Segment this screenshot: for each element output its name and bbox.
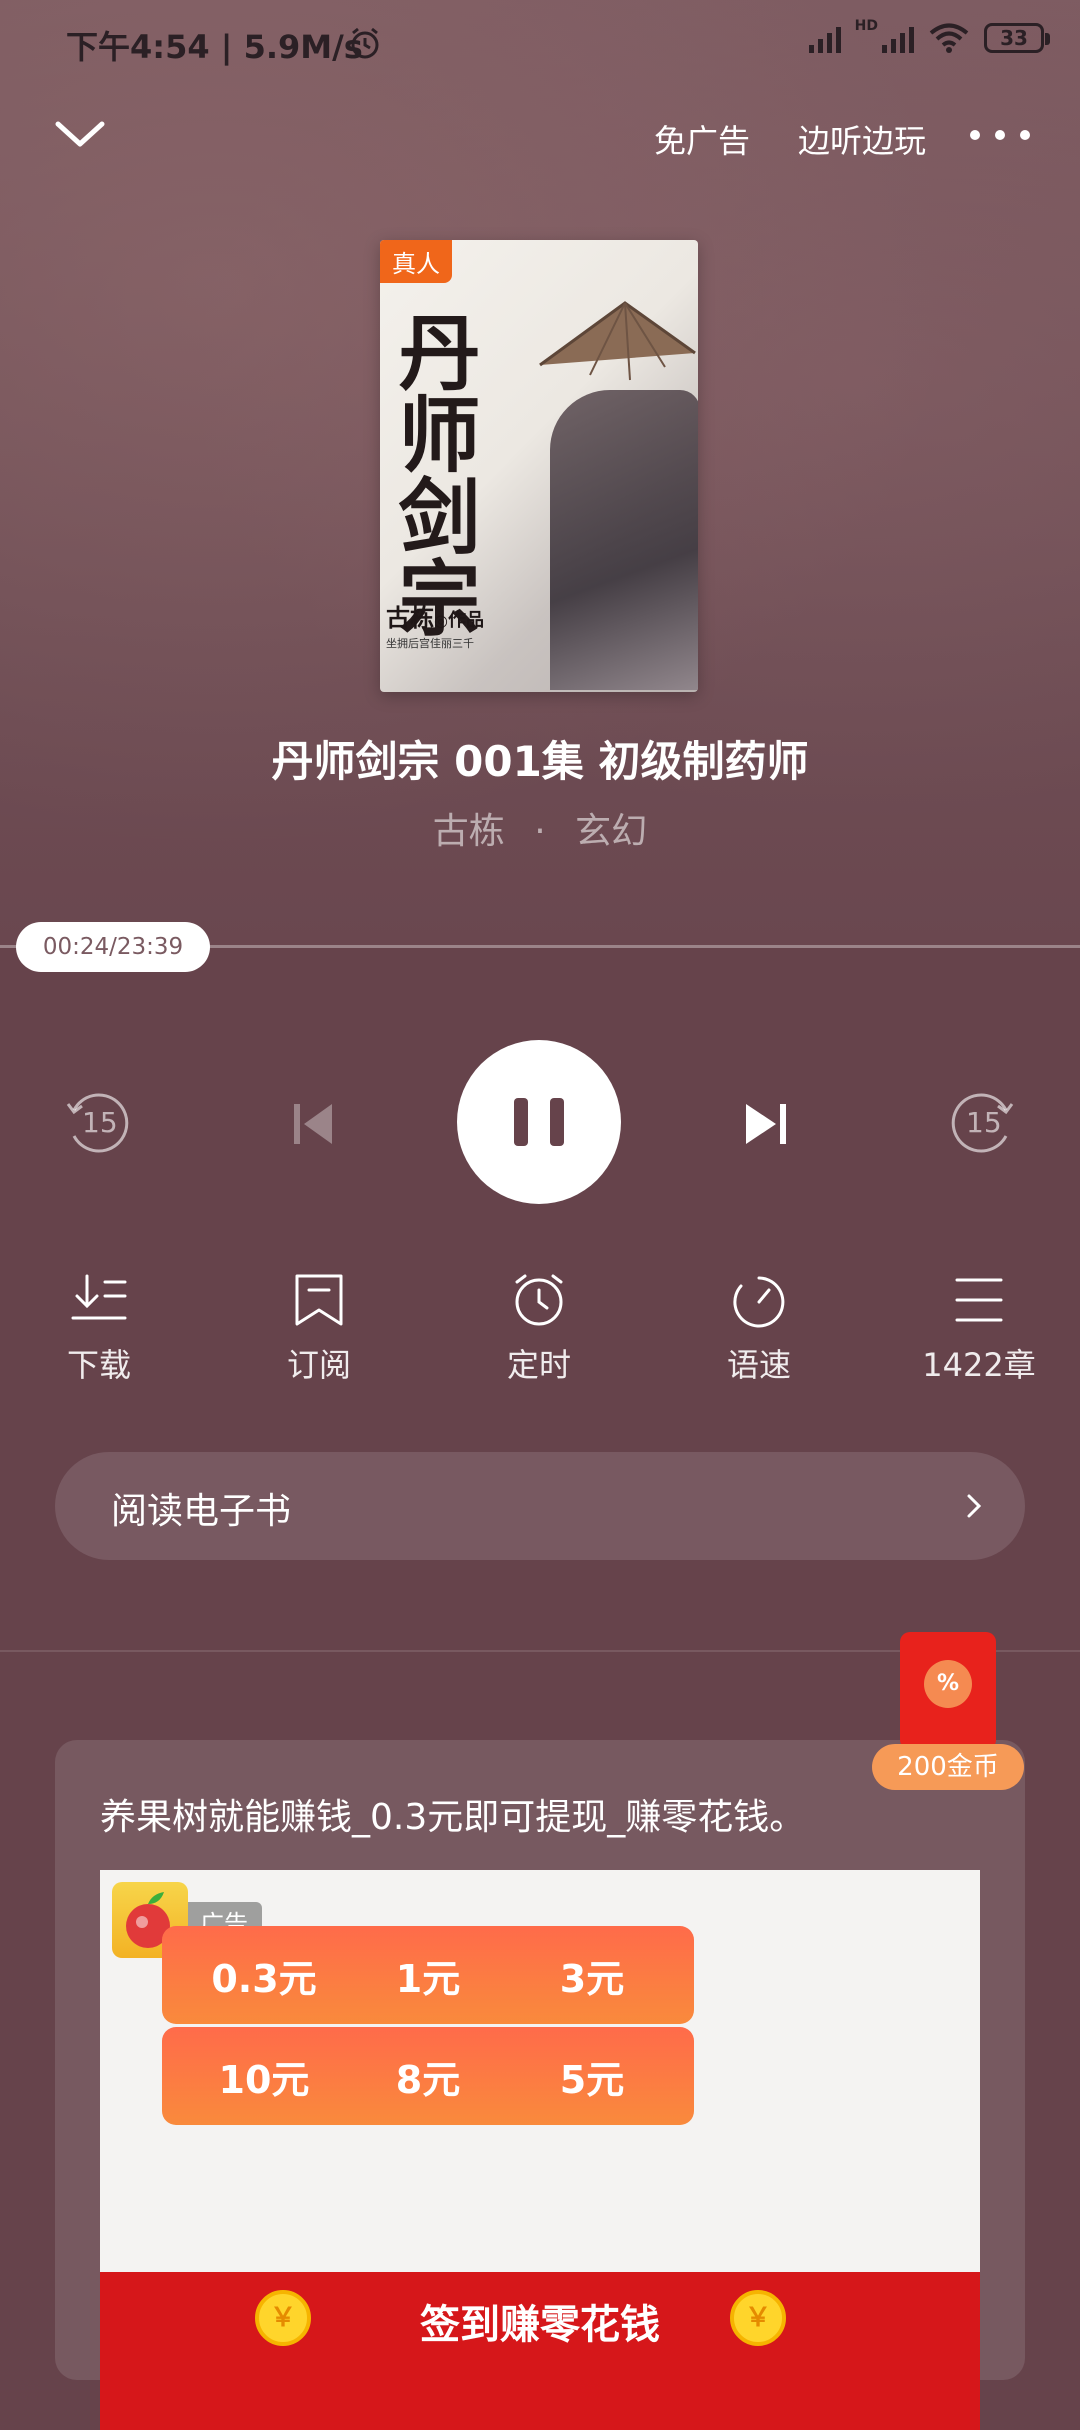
subscribe-icon	[295, 1274, 343, 1326]
status-time: 下午4:54 | 5.9M/s	[66, 28, 363, 66]
skip-next-icon	[746, 1104, 786, 1144]
meta-separator: ·	[534, 811, 546, 852]
signal-icon	[808, 23, 841, 53]
forward-15-button[interactable]: 15	[946, 1088, 1020, 1156]
collapse-chevron-icon[interactable]	[52, 112, 108, 156]
cover-author: 古栋◎作品	[386, 603, 484, 632]
chapters-button[interactable]: 1422章	[909, 1272, 1049, 1386]
pause-button[interactable]	[457, 1040, 621, 1204]
signal-icon-2	[882, 23, 914, 53]
download-icon	[71, 1274, 127, 1320]
download-button[interactable]: 下载	[29, 1272, 169, 1386]
listen-and-play-button[interactable]: 边听边玩	[798, 116, 926, 162]
wifi-icon	[929, 23, 969, 53]
alarm-icon	[351, 27, 379, 59]
timer-button[interactable]: 定时	[469, 1272, 609, 1386]
more-options-icon[interactable]	[970, 120, 1030, 150]
coin-reward-badge[interactable]: 200金币	[872, 1744, 1024, 1790]
red-packet-icon[interactable]: %	[900, 1632, 996, 1750]
rewind-seconds: 15	[82, 1106, 118, 1139]
narrator-badge: 真人	[380, 240, 452, 283]
pause-bar-left	[514, 1098, 528, 1146]
status-indicators: HD 33	[808, 18, 1050, 54]
read-ebook-label: 阅读电子书	[111, 1491, 292, 1532]
straw-hat-illustration	[539, 301, 696, 381]
pause-bar-right	[550, 1098, 564, 1146]
amount-button[interactable]: 3元	[490, 1926, 694, 2024]
ad-title: 养果树就能赚钱_0.3元即可提现_赚零花钱。	[100, 1797, 806, 1838]
genre-link[interactable]: 玄幻	[575, 811, 647, 852]
network-type-label: HD	[854, 18, 878, 34]
coin-icon: ￥	[730, 2290, 786, 2346]
speed-button[interactable]: 语速	[689, 1272, 829, 1386]
chapters-icon	[955, 1278, 1003, 1322]
speed-icon	[733, 1276, 785, 1328]
track-title: 丹师剑宗 001集 初级制药师	[271, 737, 809, 786]
forward-seconds: 15	[966, 1106, 1002, 1139]
rewind-15-button[interactable]: 15	[60, 1088, 134, 1156]
cover-blurb: 坐拥后宫佳丽三千	[386, 637, 474, 650]
ad-banner[interactable]: 广告 0.3元 1元 3元 10元 8元 5元 ￥ 签到赚零花钱 ￥	[100, 1870, 980, 2430]
next-track-button[interactable]	[742, 1100, 790, 1148]
skip-previous-icon	[294, 1104, 332, 1144]
book-meta: 古栋 · 玄幻	[0, 802, 1080, 854]
chevron-right-icon	[967, 1494, 982, 1518]
previous-track-button[interactable]	[290, 1100, 338, 1148]
author-link[interactable]: 古栋	[433, 811, 505, 852]
ad-cta-banner[interactable]: ￥ 签到赚零花钱 ￥	[100, 2272, 980, 2430]
ad-free-button[interactable]: 免广告	[654, 116, 750, 162]
read-ebook-button[interactable]: 阅读电子书	[55, 1452, 1025, 1560]
speed-label: 语速	[726, 1346, 791, 1384]
timer-label: 定时	[506, 1346, 571, 1384]
chapters-label: 1422章	[922, 1346, 1036, 1384]
progress-thumb[interactable]: 00:24/23:39	[16, 922, 210, 972]
red-packet-seal: %	[924, 1660, 972, 1708]
ad-cta-label: 签到赚零花钱	[420, 2302, 660, 2348]
battery-icon: 33	[984, 23, 1050, 53]
cover-title: 丹师剑宗	[384, 310, 480, 638]
subscribe-button[interactable]: 订阅	[249, 1272, 389, 1386]
subscribe-label: 订阅	[286, 1346, 351, 1384]
amount-button[interactable]: 5元	[490, 2027, 694, 2125]
timer-icon	[515, 1274, 563, 1326]
download-label: 下载	[66, 1346, 131, 1384]
book-cover[interactable]: 丹师剑宗 古栋◎作品 坐拥后宫佳丽三千 真人	[380, 240, 698, 692]
ad-card[interactable]: 养果树就能赚钱_0.3元即可提现_赚零花钱。 广告 0.3元 1元 3元 10元…	[55, 1740, 1025, 2430]
